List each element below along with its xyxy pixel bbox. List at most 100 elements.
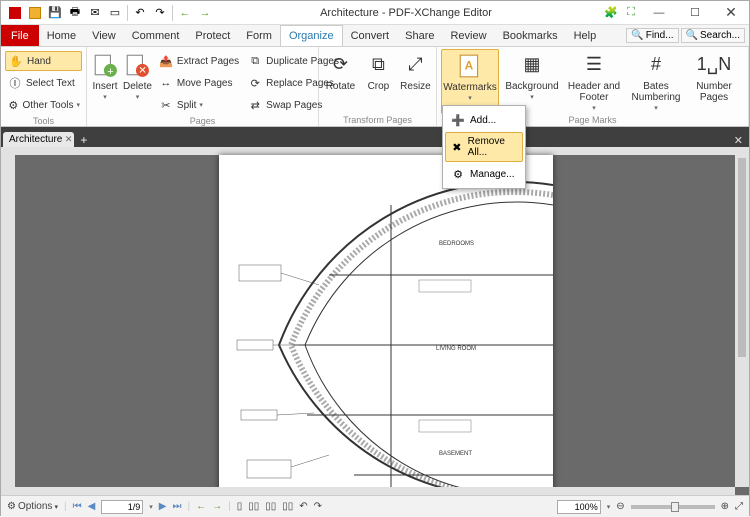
status-bar: ⚙Options▾ | ⏮ ◀ ▾ ▶ ⏭ | ← → | ▯ ▯▯ ▯▯ ▯▯… bbox=[1, 495, 749, 517]
menu-review[interactable]: Review bbox=[442, 25, 494, 46]
watermarks-dropdown: ➕ Add... ✖Remove All... ⚙Manage... bbox=[442, 105, 526, 189]
document-tab[interactable]: Architecture ✕ bbox=[3, 132, 74, 147]
select-text-tool[interactable]: ⒾSelect Text bbox=[5, 73, 82, 93]
layout-facing[interactable]: ▯▯ bbox=[265, 501, 276, 512]
menu-form[interactable]: Form bbox=[238, 25, 280, 46]
scrollbar-horizontal[interactable] bbox=[15, 487, 735, 495]
launch-icon[interactable]: ⛶ bbox=[621, 3, 641, 23]
nav-fwd-status[interactable]: → bbox=[212, 501, 222, 512]
window-title: Architecture - PDF-XChange Editor bbox=[215, 7, 597, 19]
nav-prev[interactable]: ◀ bbox=[88, 501, 96, 512]
add-label: Add... bbox=[470, 115, 496, 126]
bates-button[interactable]: #Bates Numbering bbox=[627, 49, 685, 114]
menu-bookmarks[interactable]: Bookmarks bbox=[495, 25, 566, 46]
crop-button[interactable]: ⧉Crop bbox=[362, 49, 395, 114]
close-button[interactable]: ✕ bbox=[713, 2, 749, 24]
zoom-out[interactable]: ⊖ bbox=[616, 501, 624, 512]
delete-pages-button[interactable]: ✕ Delete bbox=[123, 49, 152, 115]
find-button[interactable]: 🔍Find... bbox=[626, 28, 678, 43]
menu-protect[interactable]: Protect bbox=[187, 25, 238, 46]
zoom-input[interactable] bbox=[557, 500, 601, 514]
nav-forward-button[interactable]: → bbox=[195, 3, 215, 23]
new-tab-button[interactable]: + bbox=[74, 133, 93, 147]
zoom-in[interactable]: ⊕ bbox=[721, 501, 729, 512]
scan-icon[interactable]: ▭ bbox=[105, 3, 125, 23]
layout-single[interactable]: ▯ bbox=[237, 501, 243, 512]
extract-pages[interactable]: 📤Extract Pages bbox=[156, 51, 241, 71]
menu-bar: File Home View Comment Protect Form Orga… bbox=[1, 25, 749, 47]
minimize-button[interactable]: — bbox=[641, 2, 677, 24]
ribbon: ✋Hand ⒾSelect Text ⚙Other Tools ▾ Tools … bbox=[1, 47, 749, 127]
search-icon: 🔍 bbox=[686, 30, 698, 41]
group-label-pages: Pages bbox=[91, 115, 314, 127]
ui-options-icon[interactable]: 🧩 bbox=[601, 3, 621, 23]
number-pages-button[interactable]: 1␣NNumber Pages bbox=[689, 49, 739, 114]
watermarks-add[interactable]: ➕ Add... bbox=[445, 108, 523, 132]
search-button[interactable]: 🔍Search... bbox=[681, 28, 745, 43]
file-tab[interactable]: File bbox=[1, 25, 39, 46]
label-basement: BASEMENT bbox=[439, 451, 472, 457]
remove-icon: ✖ bbox=[450, 139, 464, 155]
undo-button[interactable]: ↶ bbox=[130, 3, 150, 23]
save-icon[interactable]: 💾 bbox=[45, 3, 65, 23]
menu-view[interactable]: View bbox=[84, 25, 124, 46]
split-pages[interactable]: ✂Split ▾ bbox=[156, 95, 241, 115]
rotate-button[interactable]: ⟳Rotate bbox=[323, 49, 358, 114]
menu-home[interactable]: Home bbox=[39, 25, 84, 46]
menu-help[interactable]: Help bbox=[566, 25, 605, 46]
tab-close-icon[interactable]: ✕ bbox=[65, 134, 73, 145]
select-label: Select Text bbox=[26, 78, 75, 89]
svg-text:A: A bbox=[465, 58, 474, 72]
find-icon: 🔍 bbox=[631, 30, 643, 41]
hand-label: Hand bbox=[27, 56, 51, 67]
svg-text:✕: ✕ bbox=[139, 66, 147, 77]
tabstrip-close[interactable]: ✕ bbox=[728, 134, 749, 147]
document-viewport[interactable]: BEDROOMS LIVING ROOM BASEMENT bbox=[1, 147, 749, 495]
menu-share[interactable]: Share bbox=[397, 25, 442, 46]
menu-organize[interactable]: Organize bbox=[280, 25, 343, 46]
page-input[interactable] bbox=[101, 500, 143, 514]
extract-icon: 📤 bbox=[158, 53, 174, 69]
open-icon[interactable] bbox=[25, 3, 45, 23]
menu-comment[interactable]: Comment bbox=[124, 25, 188, 46]
layout-continuous[interactable]: ▯▯ bbox=[248, 501, 259, 512]
hand-tool[interactable]: ✋Hand bbox=[5, 51, 82, 71]
gear-icon: ⚙ bbox=[7, 501, 16, 512]
group-label-transform: Transform Pages bbox=[323, 114, 432, 126]
redo-button[interactable]: ↷ bbox=[150, 3, 170, 23]
manage-label: Manage... bbox=[470, 169, 514, 180]
options-button[interactable]: ⚙Options▾ bbox=[7, 501, 58, 512]
pdf-page[interactable]: BEDROOMS LIVING ROOM BASEMENT bbox=[219, 155, 553, 493]
nav-last[interactable]: ⏭ bbox=[172, 501, 181, 512]
nav-back-status[interactable]: ← bbox=[196, 501, 206, 512]
move-pages[interactable]: ↔Move Pages bbox=[156, 73, 241, 93]
layout-facing-cont[interactable]: ▯▯ bbox=[282, 501, 293, 512]
zoom-slider[interactable] bbox=[631, 505, 715, 509]
rotate-label: Rotate bbox=[326, 81, 355, 92]
print-icon[interactable]: 🖶 bbox=[65, 3, 85, 23]
watermarks-manage[interactable]: ⚙Manage... bbox=[445, 162, 523, 186]
scrollbar-vertical[interactable] bbox=[735, 155, 749, 487]
nav-first[interactable]: ⏮ bbox=[73, 501, 82, 512]
insert-pages-button[interactable]: + Insert bbox=[91, 49, 119, 115]
resize-button[interactable]: ⤢Resize bbox=[399, 49, 432, 114]
find-label: Find... bbox=[646, 30, 674, 41]
ruler-horizontal bbox=[15, 147, 749, 155]
zoom-fit[interactable]: ⤢ bbox=[735, 501, 743, 512]
header-footer-button[interactable]: ☰Header and Footer bbox=[565, 49, 623, 114]
background-icon: ▦ bbox=[518, 51, 546, 79]
other-tools[interactable]: ⚙Other Tools ▾ bbox=[5, 95, 82, 115]
layout-rotate-r[interactable]: ↷ bbox=[314, 501, 322, 512]
swap-icon: ⇄ bbox=[247, 97, 263, 113]
nav-next[interactable]: ▶ bbox=[159, 501, 167, 512]
menu-convert[interactable]: Convert bbox=[343, 25, 398, 46]
crop-icon: ⧉ bbox=[364, 51, 392, 79]
delete-icon: ✕ bbox=[123, 51, 151, 79]
email-icon[interactable]: ✉ bbox=[85, 3, 105, 23]
watermarks-remove-all[interactable]: ✖Remove All... bbox=[445, 132, 523, 162]
add-icon: ➕ bbox=[450, 112, 466, 128]
layout-rotate-l[interactable]: ↶ bbox=[299, 501, 307, 512]
maximize-button[interactable]: ☐ bbox=[677, 2, 713, 24]
document-tab-label: Architecture bbox=[9, 134, 62, 145]
nav-back-button[interactable]: ← bbox=[175, 3, 195, 23]
